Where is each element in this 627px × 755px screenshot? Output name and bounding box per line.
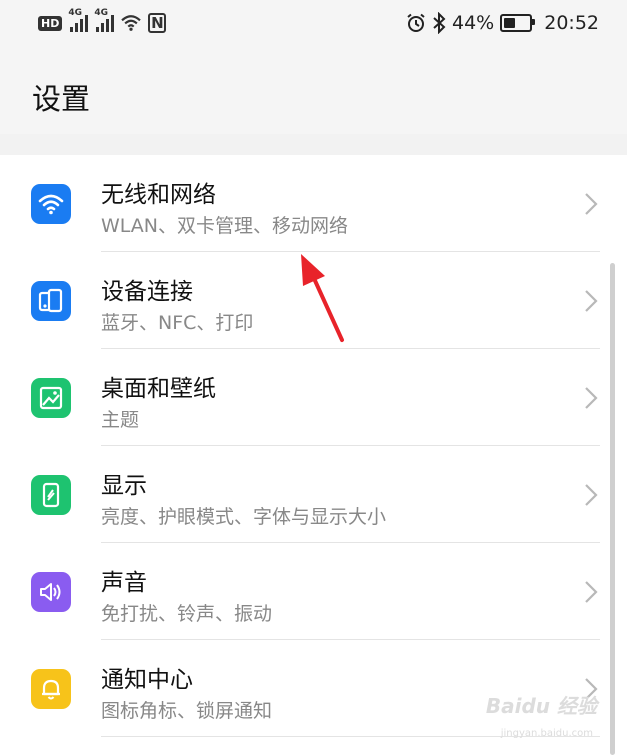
item-title: 通知中心 — [101, 667, 193, 693]
settings-item-wireless-network[interactable]: 无线和网络 WLAN、双卡管理、移动网络 — [0, 155, 600, 252]
battery-level — [504, 18, 515, 28]
watermark-url: jingyan.baidu.com — [500, 728, 593, 739]
device-connection-icon — [31, 281, 71, 321]
alarm-icon — [407, 13, 425, 32]
bell-icon — [31, 669, 71, 709]
wallpaper-icon — [31, 378, 71, 418]
item-subtitle: WLAN、双卡管理、移动网络 — [101, 215, 349, 237]
network-type-label: 4G — [68, 8, 82, 18]
item-subtitle: 主题 — [101, 409, 140, 431]
nfc-icon: N — [148, 13, 167, 33]
signal-icon: 4G — [94, 8, 115, 32]
annotation-arrow-icon — [301, 254, 344, 342]
status-left: HD 4G 4G N — [38, 8, 167, 34]
settings-list: 无线和网络 WLAN、双卡管理、移动网络 设备连接 蓝牙、NFC、打印 桌面和壁… — [0, 155, 627, 755]
wifi-status-icon — [121, 15, 142, 31]
scrollbar[interactable] — [610, 263, 615, 755]
chevron-right-icon — [585, 581, 598, 603]
hd-voice-badge: HD — [38, 15, 63, 31]
bluetooth-icon — [433, 12, 446, 34]
item-title: 显示 — [101, 473, 147, 499]
item-subtitle: 亮度、护眼模式、字体与显示大小 — [101, 506, 387, 528]
item-subtitle: 免打扰、铃声、振动 — [101, 603, 273, 625]
item-subtitle: 图标角标、锁屏通知 — [101, 700, 273, 722]
wifi-icon — [31, 184, 71, 224]
signal-icon: 4G — [68, 8, 89, 32]
chevron-right-icon — [585, 484, 598, 506]
header: 设置 — [0, 46, 627, 134]
item-subtitle: 蓝牙、NFC、打印 — [101, 312, 254, 334]
settings-item-desktop-wallpaper[interactable]: 桌面和壁纸 主题 — [0, 349, 600, 446]
speaker-icon — [31, 572, 71, 612]
status-bar: HD 4G 4G N 44% 20:52 — [0, 0, 627, 46]
settings-item-sound[interactable]: 声音 免打扰、铃声、振动 — [0, 543, 600, 640]
chevron-right-icon — [585, 290, 598, 312]
item-title: 桌面和壁纸 — [101, 376, 216, 402]
status-right: 44% 20:52 — [406, 10, 599, 36]
chevron-right-icon — [585, 193, 598, 215]
settings-item-notification-center[interactable]: 通知中心 图标角标、锁屏通知 — [0, 640, 600, 737]
settings-item-display[interactable]: 显示 亮度、护眼模式、字体与显示大小 — [0, 446, 600, 543]
display-icon — [31, 475, 71, 515]
page-title: 设置 — [32, 82, 91, 116]
battery-percent: 44% — [452, 12, 495, 34]
network-type-label: 4G — [94, 8, 108, 18]
battery-icon — [500, 14, 536, 32]
watermark: Baidu 经验 — [485, 694, 597, 718]
chevron-right-icon — [585, 387, 598, 409]
item-title: 设备连接 — [101, 279, 193, 305]
clock: 20:52 — [544, 12, 599, 34]
item-title: 声音 — [101, 570, 147, 596]
item-title: 无线和网络 — [101, 182, 216, 208]
